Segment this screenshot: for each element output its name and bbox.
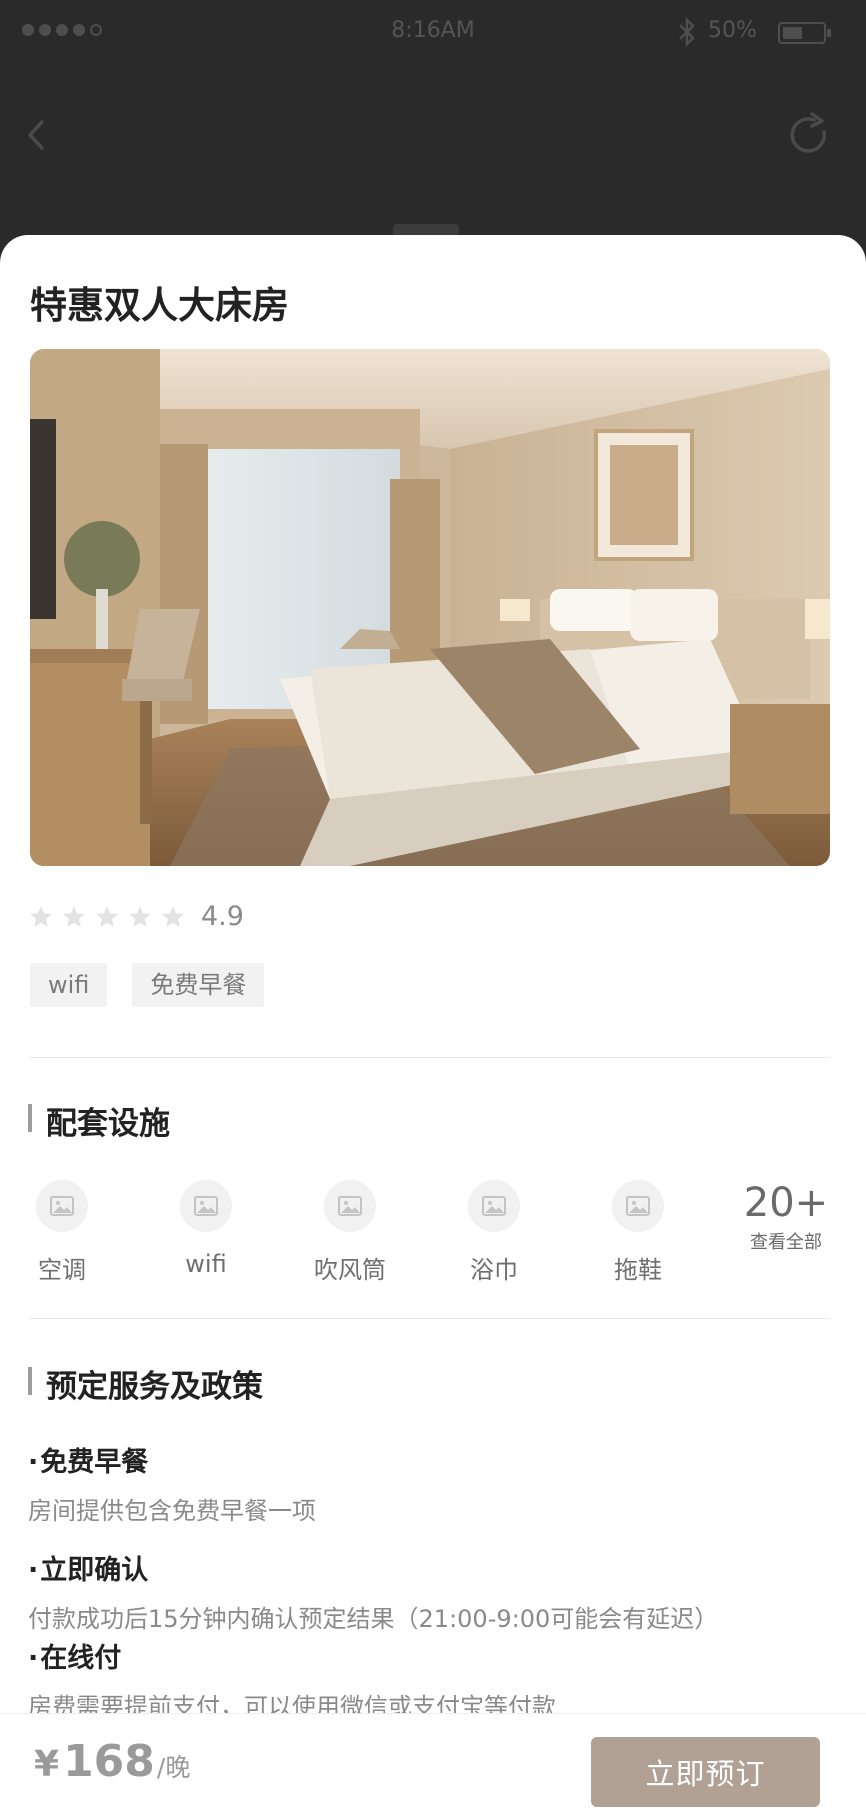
facility-label: 浴巾 — [470, 1256, 518, 1284]
rating: 4.9 — [28, 901, 244, 932]
room-tags: wifi 免费早餐 — [30, 963, 265, 1007]
room-detail-sheet: 特惠双人大床房 4.9 wifi 免费早餐 配套设施 空调 wifi 吹风筒 浴… — [0, 235, 866, 1817]
view-all-label: 查看全部 — [750, 1232, 822, 1253]
policy-name: 立即确认 — [28, 1548, 718, 1587]
refresh-icon[interactable] — [784, 110, 834, 160]
image-placeholder-icon — [468, 1180, 520, 1232]
price-amount: 168 — [63, 1736, 155, 1787]
star-icon — [127, 904, 153, 930]
price-unit: /晚 — [156, 1753, 191, 1782]
facility-wifi[interactable]: wifi — [151, 1180, 261, 1278]
image-placeholder-icon — [324, 1180, 376, 1232]
facility-bath-towel[interactable]: 浴巾 — [439, 1180, 549, 1285]
policy-name: 免费早餐 — [28, 1440, 316, 1479]
policies-title: 预定服务及政策 — [28, 1361, 263, 1406]
tag-free-breakfast: 免费早餐 — [132, 963, 265, 1007]
book-now-button[interactable]: 立即预订 — [591, 1737, 820, 1807]
back-icon[interactable] — [16, 110, 56, 160]
room-photo[interactable] — [30, 349, 830, 866]
divider — [30, 1057, 830, 1058]
facility-label: 空调 — [38, 1256, 86, 1284]
divider — [30, 1318, 830, 1319]
star-icon — [28, 904, 54, 930]
facility-label: 吹风筒 — [314, 1256, 386, 1284]
facility-label: wifi — [185, 1250, 227, 1278]
image-placeholder-icon — [36, 1180, 88, 1232]
view-all-facilities-button[interactable]: 20+ 查看全部 — [736, 1180, 836, 1254]
status-bar: 8:16AM 50% — [0, 0, 866, 64]
image-placeholder-icon — [180, 1180, 232, 1232]
battery-percent: 50% — [708, 18, 757, 43]
price-currency: ¥ — [34, 1744, 60, 1785]
facility-label: 拖鞋 — [614, 1256, 662, 1284]
policy-desc: 房间提供包含免费早餐一项 — [28, 1497, 316, 1525]
star-icon — [160, 904, 186, 930]
nav-bar — [0, 100, 866, 170]
booking-bar: ¥168/晚 立即预订 — [0, 1713, 866, 1818]
policy-name: 在线付 — [28, 1636, 556, 1675]
facility-air-conditioner[interactable]: 空调 — [7, 1180, 117, 1285]
room-title: 特惠双人大床房 — [30, 284, 289, 327]
facility-hair-dryer[interactable]: 吹风筒 — [295, 1180, 405, 1285]
star-icon — [61, 904, 87, 930]
facility-slippers[interactable]: 拖鞋 — [583, 1180, 693, 1285]
facilities-more-count: 20+ — [743, 1180, 829, 1226]
image-placeholder-icon — [612, 1180, 664, 1232]
policy-item: 免费早餐 房间提供包含免费早餐一项 — [28, 1440, 316, 1526]
tag-wifi: wifi — [30, 963, 108, 1007]
battery-icon — [778, 22, 831, 44]
policy-item: 在线付 房费需要提前支付，可以使用微信或支付宝等付款 — [28, 1636, 556, 1722]
policy-item: 立即确认 付款成功后15分钟内确认预定结果（21:00-9:00可能会有延迟） — [28, 1548, 718, 1634]
facilities-title: 配套设施 — [28, 1098, 170, 1143]
facilities-list: 空调 wifi 吹风筒 浴巾 拖鞋 20+ 查看全部 — [0, 1180, 866, 1300]
bluetooth-icon — [679, 16, 695, 48]
policy-desc: 付款成功后15分钟内确认预定结果（21:00-9:00可能会有延迟） — [28, 1605, 719, 1633]
price: ¥168/晚 — [34, 1736, 190, 1787]
rating-value: 4.9 — [201, 901, 244, 932]
star-icon — [94, 904, 120, 930]
